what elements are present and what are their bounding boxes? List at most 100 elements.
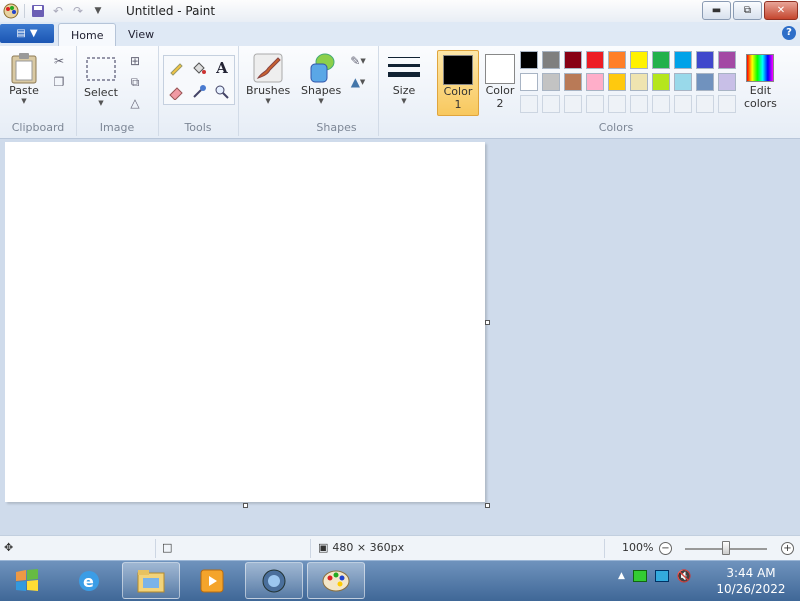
color-1-label: Color: [443, 85, 473, 98]
select-button[interactable]: Select ▼: [84, 54, 118, 107]
taskbar-internet-explorer[interactable]: e: [60, 562, 118, 599]
palette-swatch[interactable]: [608, 51, 626, 69]
custom-color-slot[interactable]: [652, 95, 670, 113]
outline-icon[interactable]: ✎ ▼: [345, 52, 371, 70]
custom-color-slot[interactable]: [718, 95, 736, 113]
palette-swatch[interactable]: [608, 73, 626, 91]
window-controls: ▬ ⧉ ✕: [702, 1, 798, 20]
taskbar-media-player[interactable]: [183, 562, 241, 599]
palette-swatch[interactable]: [520, 51, 538, 69]
text-icon[interactable]: A: [211, 57, 233, 79]
pencil-icon[interactable]: [165, 57, 187, 79]
edit-colors-button[interactable]: Edit colors: [744, 52, 777, 110]
crop-icon[interactable]: ⊞: [126, 52, 144, 70]
volume-muted-icon[interactable]: 🔇: [677, 569, 692, 583]
chevron-down-icon: ▼: [21, 97, 27, 105]
palette-swatch[interactable]: [520, 73, 538, 91]
cut-icon[interactable]: ✂: [50, 52, 68, 70]
shapes-button[interactable]: Shapes ▼: [301, 52, 341, 105]
custom-color-slot[interactable]: [608, 95, 626, 113]
customize-qat-icon[interactable]: ▼: [89, 2, 107, 20]
palette-swatch[interactable]: [696, 73, 714, 91]
save-icon[interactable]: [29, 2, 47, 20]
tab-home[interactable]: Home: [58, 23, 117, 46]
palette-swatch[interactable]: [586, 73, 604, 91]
drawing-canvas[interactable]: [5, 142, 485, 502]
palette-swatch[interactable]: [718, 73, 736, 91]
shapes-label: Shapes: [301, 84, 342, 97]
start-button[interactable]: [6, 564, 48, 598]
clock-date: 10/26/2022: [716, 582, 786, 596]
paint-menu-button[interactable]: ▤ ▼: [0, 24, 54, 43]
eraser-icon[interactable]: [165, 81, 187, 103]
custom-color-slot[interactable]: [520, 95, 538, 113]
resize-handle-bottom[interactable]: [243, 503, 248, 508]
resize-icon[interactable]: ⧉: [126, 73, 144, 91]
palette-swatch[interactable]: [564, 73, 582, 91]
color-1-button[interactable]: Color 1: [437, 50, 479, 116]
custom-color-slot[interactable]: [542, 95, 560, 113]
status-bar: ✥ □ ▣ 480 × 360px 100% − +: [0, 535, 800, 561]
help-icon[interactable]: ?: [782, 26, 796, 40]
chevron-down-icon: ▼: [29, 28, 38, 39]
color-2-button[interactable]: Color 2: [480, 50, 520, 114]
paint-app-icon[interactable]: [2, 2, 20, 20]
palette-swatch[interactable]: [696, 51, 714, 69]
color-2-swatch: [485, 54, 515, 84]
palette-swatch[interactable]: [542, 51, 560, 69]
redo-icon[interactable]: ↷: [69, 2, 87, 20]
paint-palette-icon: [322, 570, 350, 591]
palette-swatch[interactable]: [718, 51, 736, 69]
paste-button[interactable]: Paste ▼: [8, 52, 40, 105]
resize-handle-right[interactable]: [485, 320, 490, 325]
taskbar-paint[interactable]: [307, 562, 365, 599]
clock[interactable]: 3:44 AM 10/26/2022: [712, 565, 790, 597]
magnifier-icon[interactable]: [211, 81, 233, 103]
palette-swatch[interactable]: [652, 73, 670, 91]
palette-swatch[interactable]: [630, 51, 648, 69]
brushes-label: Brushes: [246, 84, 291, 97]
brushes-button[interactable]: Brushes ▼: [246, 52, 290, 105]
custom-color-slot[interactable]: [564, 95, 582, 113]
brush-icon: [252, 52, 284, 84]
action-center-icon[interactable]: [654, 570, 669, 582]
color-picker-icon[interactable]: [188, 81, 210, 103]
canvas-workspace[interactable]: [0, 139, 800, 535]
fill-style-icon[interactable]: ▲ ▼: [345, 73, 371, 91]
group-label: Tools: [184, 121, 212, 134]
zoom-out-button[interactable]: −: [659, 542, 672, 555]
tab-view[interactable]: View: [116, 23, 166, 45]
rotate-icon[interactable]: △: [126, 94, 144, 112]
close-button[interactable]: ✕: [764, 1, 798, 20]
custom-color-slot[interactable]: [696, 95, 714, 113]
palette-swatch[interactable]: [564, 51, 582, 69]
copy-icon[interactable]: ❐: [50, 73, 68, 91]
taskbar-app[interactable]: [245, 562, 303, 599]
divider: [24, 4, 25, 18]
window-title: Untitled - Paint: [126, 4, 216, 18]
palette-swatch[interactable]: [542, 73, 560, 91]
palette-swatch[interactable]: [674, 73, 692, 91]
image-group: Select ▼ ⊞ ⧉ △ Image: [76, 46, 159, 136]
taskbar-file-explorer[interactable]: [122, 562, 180, 599]
custom-color-slot[interactable]: [674, 95, 692, 113]
fill-icon[interactable]: [188, 57, 210, 79]
chevron-down-icon: ▼: [401, 97, 407, 105]
restore-button[interactable]: ⧉: [733, 1, 762, 20]
zoom-slider-thumb[interactable]: [722, 541, 730, 555]
resize-handle-corner[interactable]: [485, 503, 490, 508]
divider: [604, 539, 605, 558]
show-hidden-icons[interactable]: ▲: [618, 571, 625, 581]
zoom-in-button[interactable]: +: [781, 542, 794, 555]
palette-swatch[interactable]: [586, 51, 604, 69]
size-button[interactable]: Size ▼: [388, 52, 420, 105]
minimize-button[interactable]: ▬: [702, 1, 731, 20]
undo-icon[interactable]: ↶: [49, 2, 67, 20]
custom-color-slot[interactable]: [630, 95, 648, 113]
custom-color-slot[interactable]: [586, 95, 604, 113]
palette-swatch[interactable]: [652, 51, 670, 69]
network-icon[interactable]: [632, 570, 647, 582]
image-dimensions: 480 × 360px: [332, 541, 405, 554]
palette-swatch[interactable]: [630, 73, 648, 91]
palette-swatch[interactable]: [674, 51, 692, 69]
